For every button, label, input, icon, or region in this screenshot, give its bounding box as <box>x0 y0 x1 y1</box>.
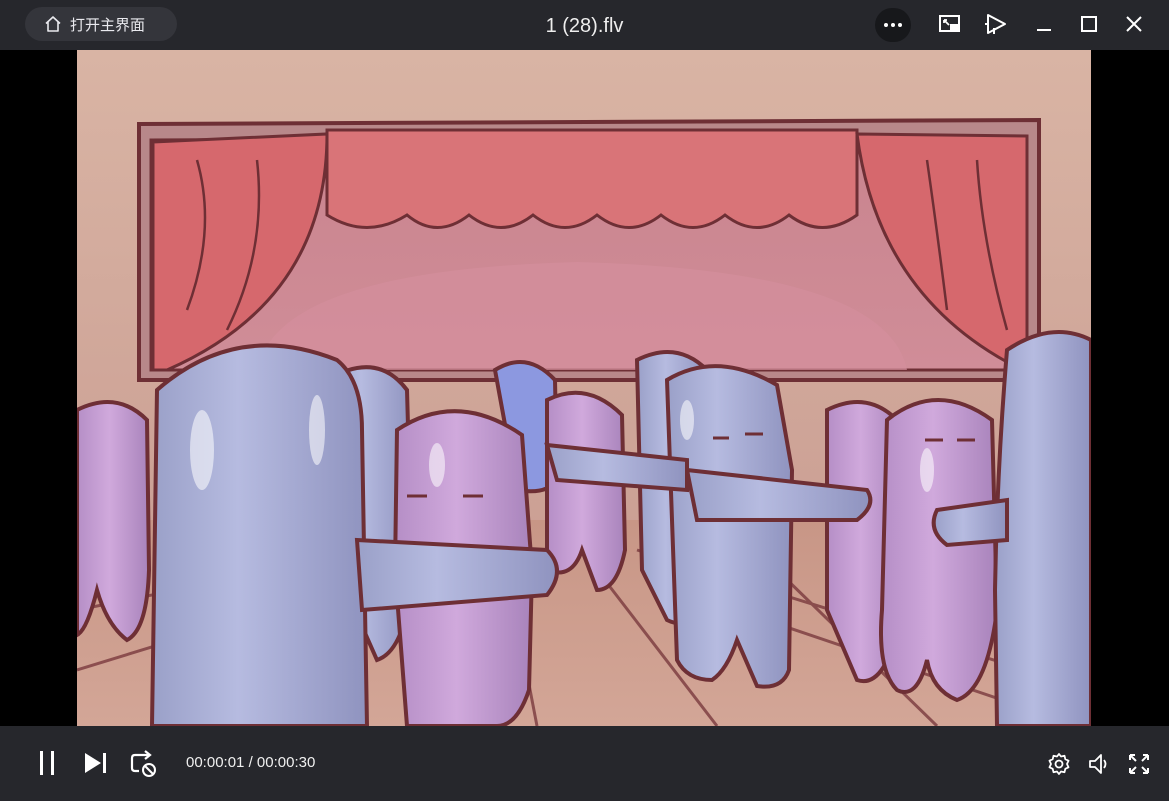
maximize-icon <box>1079 14 1099 34</box>
video-area[interactable] <box>0 50 1169 726</box>
more-icon <box>883 22 903 28</box>
total-time: 00:00:30 <box>256 754 316 771</box>
playback-time: 00:00:01 / 00:00:30 <box>186 754 315 771</box>
minimize-button[interactable] <box>1031 11 1057 37</box>
next-button[interactable] <box>82 749 110 777</box>
close-button[interactable] <box>1121 11 1147 37</box>
current-time: 00:00:01 <box>186 754 245 771</box>
cast-button[interactable] <box>983 11 1009 37</box>
picture-in-picture-button[interactable] <box>937 11 963 37</box>
close-icon <box>1124 14 1144 34</box>
video-frame[interactable] <box>77 50 1091 726</box>
pause-icon <box>36 750 58 776</box>
fullscreen-icon <box>1128 753 1150 775</box>
settings-icon <box>1047 752 1071 776</box>
open-main-interface-button[interactable]: 打开主界面 <box>25 7 177 41</box>
picture-in-picture-icon <box>938 13 962 35</box>
control-bar: 00:00:01 / 00:00:30 <box>0 726 1169 801</box>
minimize-icon <box>1034 14 1054 34</box>
title-bar: 打开主界面 1 (28).flv <box>0 0 1169 50</box>
cast-icon <box>984 12 1008 36</box>
more-button[interactable] <box>875 8 911 42</box>
home-button-label: 打开主界面 <box>70 16 146 34</box>
loop-button[interactable] <box>129 749 159 779</box>
maximize-button[interactable] <box>1076 11 1102 37</box>
home-icon <box>44 15 62 33</box>
fullscreen-button[interactable] <box>1126 751 1152 777</box>
settings-button[interactable] <box>1046 751 1072 777</box>
time-separator: / <box>248 754 253 771</box>
pause-button[interactable] <box>34 749 60 777</box>
next-icon <box>83 751 109 775</box>
volume-button[interactable] <box>1086 751 1112 777</box>
volume-icon <box>1087 752 1111 776</box>
loop-off-icon <box>129 749 159 779</box>
